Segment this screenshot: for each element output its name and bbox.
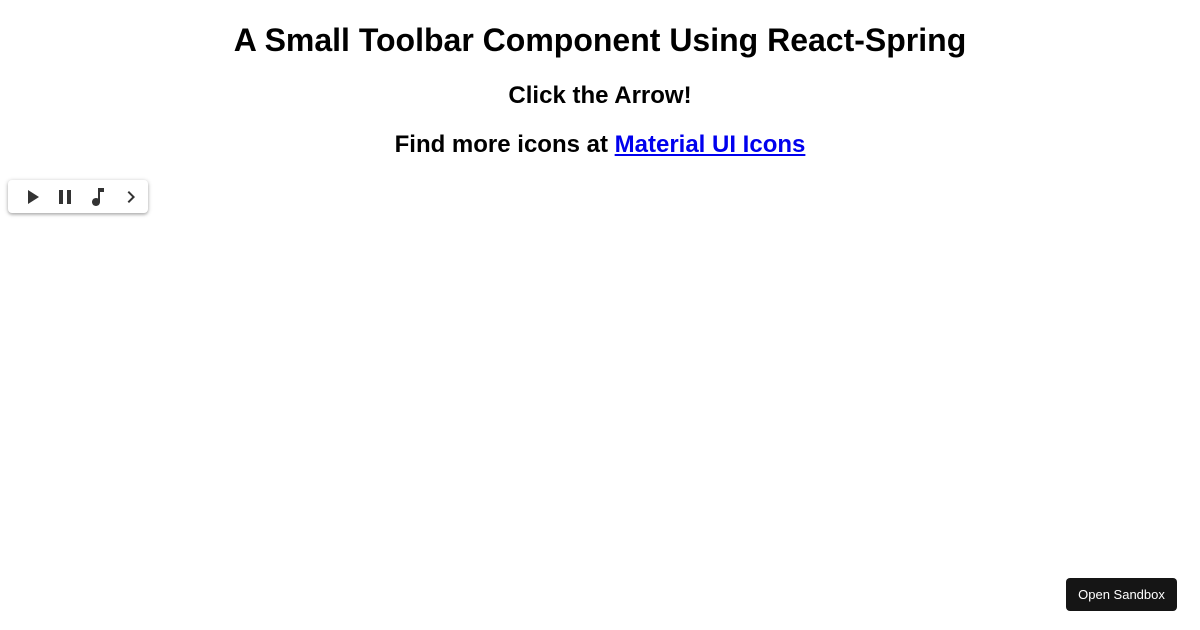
expand-arrow-button[interactable] [115,180,148,213]
instruction-heading: Click the Arrow! [508,82,692,109]
pause-icon [58,189,71,204]
chevron-right-icon [127,190,136,203]
play-button[interactable] [15,180,48,213]
music-note-button[interactable] [82,180,115,213]
page-title: A Small Toolbar Component Using React-Sp… [233,22,967,58]
open-sandbox-button[interactable]: Open Sandbox [1066,578,1177,611]
pause-button[interactable] [48,180,81,213]
material-ui-icons-link[interactable]: Material UI Icons [615,131,806,158]
play-icon [27,189,39,204]
icons-reference-prefix: Find more icons at [394,131,615,158]
icons-reference-heading: Find more icons at Material UI Icons [0,130,1200,160]
toolbar [8,180,148,213]
music-note-icon [92,187,105,206]
